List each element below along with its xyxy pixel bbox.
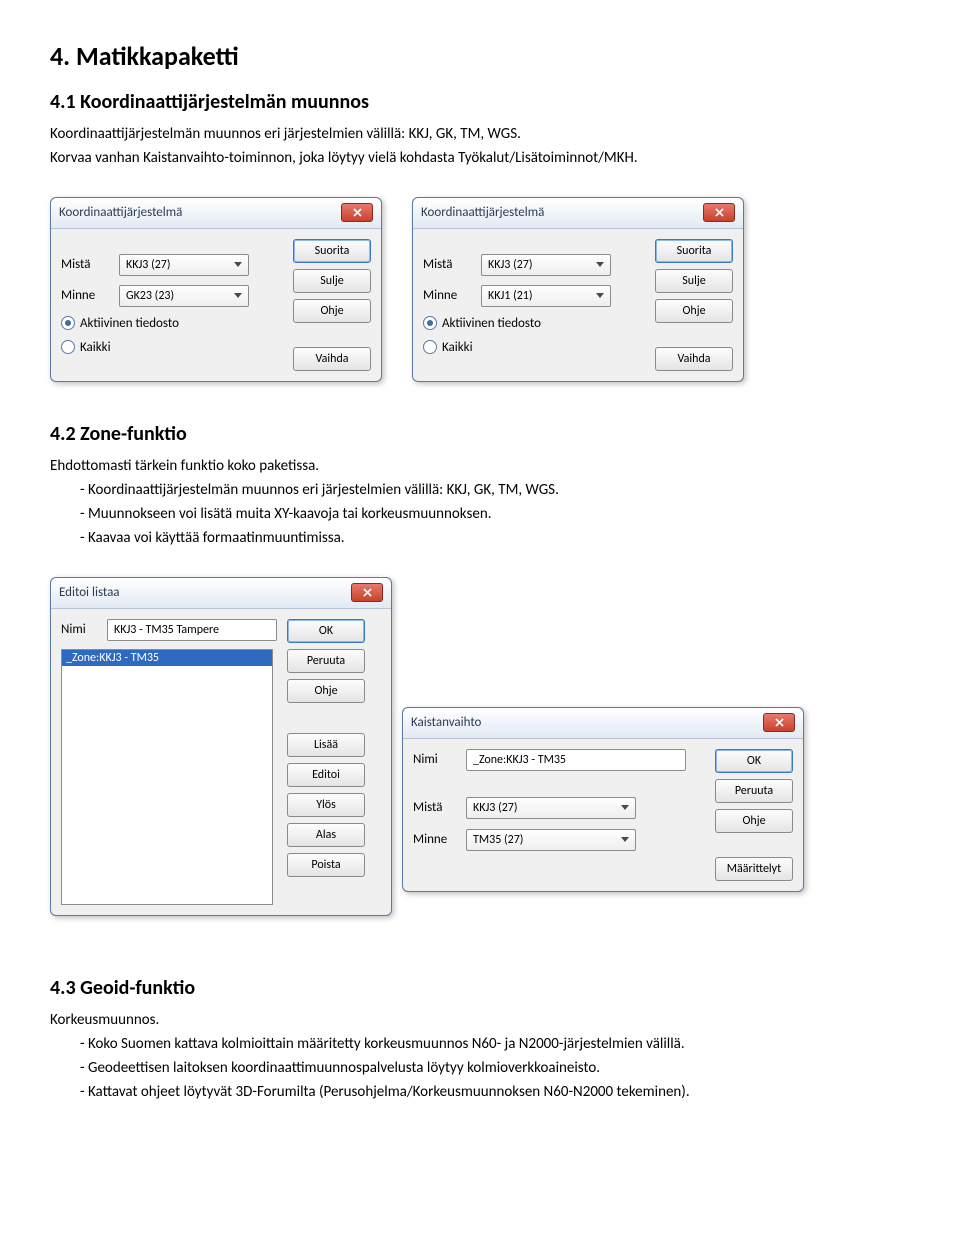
radio-label: Kaikki: [80, 340, 111, 355]
from-label: Mistä: [413, 800, 458, 815]
to-label: Minne: [423, 288, 473, 303]
radio-icon: [423, 340, 437, 354]
section-4-1-title: 4.1 Koordinaattijärjestelmän muunnos: [50, 90, 910, 114]
help-button[interactable]: Ohje: [293, 299, 371, 323]
to-dropdown[interactable]: KKJ1 (21): [481, 285, 611, 307]
help-button[interactable]: Ohje: [655, 299, 733, 323]
dialog-title-text: Koordinaattijärjestelmä: [59, 205, 182, 220]
section-4-3-p1: Korkeusmuunnos.: [50, 1010, 910, 1030]
cancel-button[interactable]: Peruuta: [715, 779, 793, 803]
ok-button[interactable]: OK: [715, 749, 793, 773]
section-4-1-p2: Korvaa vanhan Kaistanvaihto-toiminnon, j…: [50, 148, 910, 168]
to-value: TM35 (27): [473, 833, 523, 847]
from-label: Mistä: [423, 257, 473, 272]
close-icon[interactable]: [341, 203, 373, 222]
section-4-3-b1: - Koko Suomen kattava kolmioittain määri…: [80, 1034, 910, 1054]
close-icon[interactable]: [351, 583, 383, 602]
swap-button[interactable]: Vaihda: [293, 347, 371, 371]
name-value: _Zone:KKJ3 - TM35: [473, 753, 566, 767]
kaistanvaihto-dialog: Kaistanvaihto Nimi _Zone:KKJ3 - TM35 Mis…: [402, 707, 804, 892]
section-4-3-b3: - Kattavat ohjeet löytyvät 3D-Forumilta …: [80, 1082, 910, 1102]
close-button[interactable]: Sulje: [655, 269, 733, 293]
from-label: Mistä: [61, 257, 111, 272]
from-value: KKJ3 (27): [488, 258, 533, 272]
from-value: KKJ3 (27): [473, 801, 518, 815]
chevron-down-icon: [621, 837, 629, 842]
help-button[interactable]: Ohje: [287, 679, 365, 703]
run-button[interactable]: Suorita: [293, 239, 371, 263]
dialog-title-text: Kaistanvaihto: [411, 715, 481, 730]
radio-icon: [61, 340, 75, 354]
radio-label: Kaikki: [442, 340, 473, 355]
dialog-title-text: Koordinaattijärjestelmä: [421, 205, 544, 220]
name-label: Nimi: [61, 622, 99, 637]
items-listbox[interactable]: _Zone:KKJ3 - TM35: [61, 649, 273, 905]
section-4-2-b1: - Koordinaattijärjestelmän muunnos eri j…: [80, 480, 910, 500]
from-dropdown[interactable]: KKJ3 (27): [466, 797, 636, 819]
down-button[interactable]: Alas: [287, 823, 365, 847]
section-4-2-p1: Ehdottomasti tärkein funktio koko paketi…: [50, 456, 910, 476]
close-icon[interactable]: [763, 713, 795, 732]
section-4-3-title: 4.3 Geoid-funktio: [50, 976, 910, 1000]
cancel-button[interactable]: Peruuta: [287, 649, 365, 673]
run-button[interactable]: Suorita: [655, 239, 733, 263]
chevron-down-icon: [596, 262, 604, 267]
radio-label: Aktiivinen tiedosto: [80, 316, 179, 331]
to-value: GK23 (23): [126, 289, 174, 303]
delete-button[interactable]: Poista: [287, 853, 365, 877]
swap-button[interactable]: Vaihda: [655, 347, 733, 371]
radio-all[interactable]: Kaikki: [423, 340, 645, 355]
definitions-button[interactable]: Määrittelyt: [715, 857, 793, 881]
up-button[interactable]: Ylös: [287, 793, 365, 817]
chevron-down-icon: [234, 262, 242, 267]
from-dropdown[interactable]: KKJ3 (27): [119, 254, 249, 276]
to-value: KKJ1 (21): [488, 289, 533, 303]
edit-list-dialog: Editoi listaa Nimi KKJ3 - TM35 Tampere _…: [50, 577, 392, 916]
radio-icon: [61, 316, 75, 330]
section-4-3-b2: - Geodeettisen laitoksen koordinaattimuu…: [80, 1058, 910, 1078]
ok-button[interactable]: OK: [287, 619, 365, 643]
section-4-2-b2: - Muunnokseen voi lisätä muita XY-kaavoj…: [80, 504, 910, 524]
name-label: Nimi: [413, 752, 458, 767]
edit-button[interactable]: Editoi: [287, 763, 365, 787]
section-4-2-b3: - Kaavaa voi käyttää formaatinmuuntimiss…: [80, 528, 910, 548]
list-item[interactable]: _Zone:KKJ3 - TM35: [62, 650, 272, 666]
name-value: KKJ3 - TM35 Tampere: [114, 623, 219, 637]
dialog-title-text: Editoi listaa: [59, 585, 120, 600]
radio-active-file[interactable]: Aktiivinen tiedosto: [61, 316, 283, 331]
chevron-down-icon: [621, 805, 629, 810]
from-value: KKJ3 (27): [126, 258, 171, 272]
help-button[interactable]: Ohje: [715, 809, 793, 833]
chevron-down-icon: [234, 293, 242, 298]
close-icon[interactable]: [703, 203, 735, 222]
to-label: Minne: [61, 288, 111, 303]
add-button[interactable]: Lisää: [287, 733, 365, 757]
to-label: Minne: [413, 832, 458, 847]
section-4-1-p1: Koordinaattijärjestelmän muunnos eri jär…: [50, 124, 910, 144]
radio-label: Aktiivinen tiedosto: [442, 316, 541, 331]
radio-all[interactable]: Kaikki: [61, 340, 283, 355]
coord-dialog-right: Koordinaattijärjestelmä Mistä KKJ3 (27) …: [412, 197, 744, 382]
name-input[interactable]: KKJ3 - TM35 Tampere: [107, 619, 277, 641]
radio-icon: [423, 316, 437, 330]
page-title: 4. Matikkapaketti: [50, 40, 910, 72]
section-4-2-title: 4.2 Zone-funktio: [50, 422, 910, 446]
to-dropdown[interactable]: TM35 (27): [466, 829, 636, 851]
close-button[interactable]: Sulje: [293, 269, 371, 293]
from-dropdown[interactable]: KKJ3 (27): [481, 254, 611, 276]
name-input[interactable]: _Zone:KKJ3 - TM35: [466, 749, 686, 771]
to-dropdown[interactable]: GK23 (23): [119, 285, 249, 307]
radio-active-file[interactable]: Aktiivinen tiedosto: [423, 316, 645, 331]
chevron-down-icon: [596, 293, 604, 298]
coord-dialog-left: Koordinaattijärjestelmä Mistä KKJ3 (27) …: [50, 197, 382, 382]
